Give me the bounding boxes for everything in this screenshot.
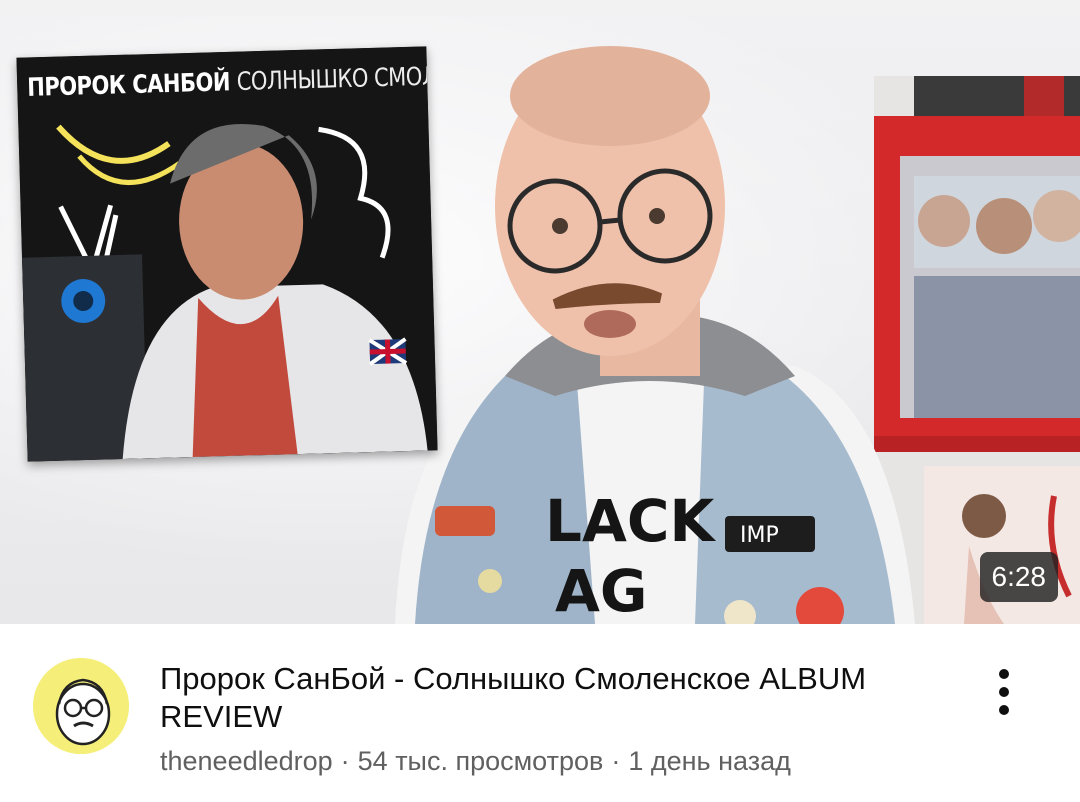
svg-text:LACK: LACK	[545, 487, 716, 555]
duration-badge: 6:28	[979, 552, 1058, 602]
album-cover-artist: ПРОРОК САНБОЙ	[26, 67, 231, 102]
video-meta-row: Пророк СанБой - Солнышко Смоленское ALBU…	[0, 624, 1080, 802]
more-options-button[interactable]	[982, 662, 1026, 722]
view-count: 54 тыс. просмотров	[357, 746, 604, 776]
video-metadata: theneedledrop · 54 тыс. просмотров · 1 день …	[160, 746, 980, 777]
channel-name[interactable]: theneedledrop	[160, 746, 333, 776]
album-cover-poster: ПРОРОК САНБОЙ СОЛНЫШКО СМОЛЕНСКОЕ	[16, 46, 438, 462]
video-title[interactable]: Пророк СанБой - Солнышко Смоленское ALBU…	[160, 660, 960, 736]
upload-age: 1 день назад	[628, 746, 791, 776]
video-thumbnail[interactable]: LACK AG IMP ПРОРОК САНБОЙ СОЛНЫШКО СМОЛЕ…	[0, 16, 1080, 624]
svg-text:AG: AG	[555, 557, 648, 624]
svg-text:IMP: IMP	[740, 523, 779, 548]
album-cover-art	[16, 46, 438, 462]
reviewer-person-image: LACK AG IMP	[395, 46, 915, 624]
top-divider	[0, 0, 1080, 16]
meta-separator: ·	[340, 746, 350, 776]
meta-separator: ·	[611, 746, 621, 776]
vertical-dots-icon	[999, 669, 1009, 715]
channel-avatar-face-icon	[33, 658, 129, 754]
channel-avatar[interactable]	[33, 658, 129, 754]
